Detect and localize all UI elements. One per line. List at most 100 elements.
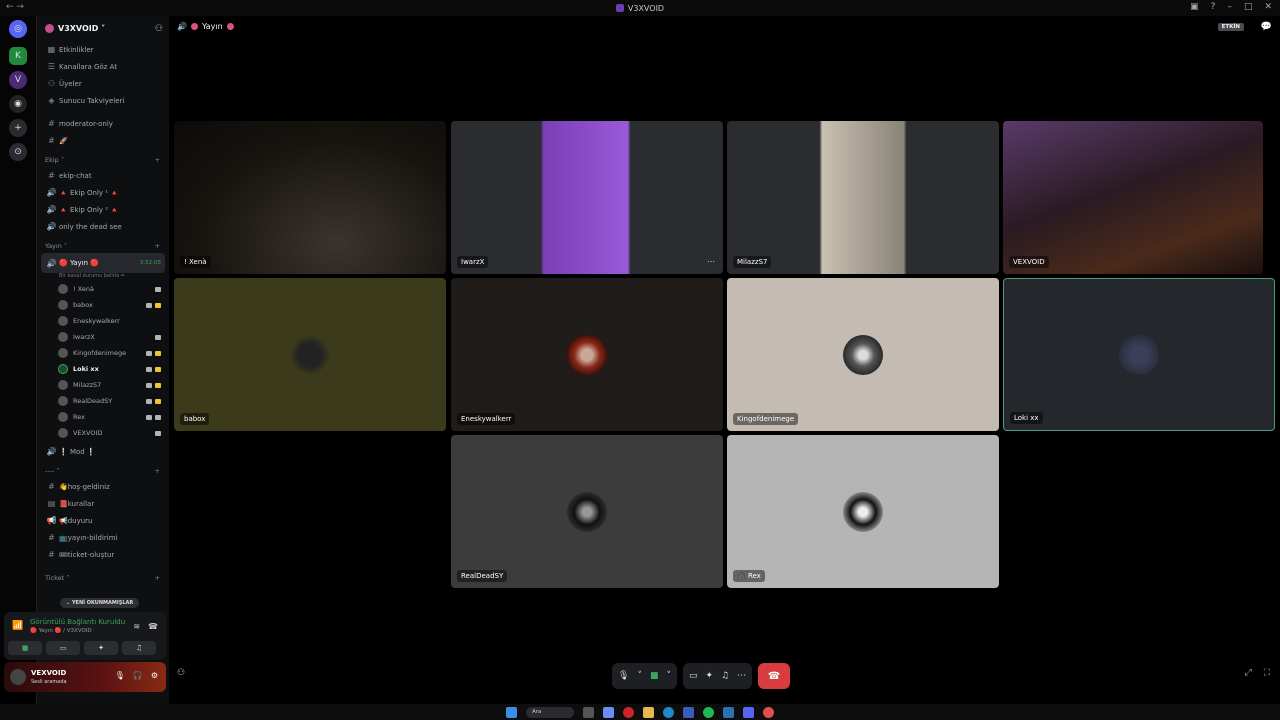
category-dash[interactable]: ---- ˅ + <box>37 464 169 478</box>
server-boost-item[interactable]: ◈ Sunucu Takviyeleri <box>37 92 169 109</box>
soundboard-icon[interactable]: ♫ <box>721 671 729 681</box>
voice-member[interactable]: VEXVOID <box>37 425 169 441</box>
add-channel-icon[interactable]: + <box>155 467 160 475</box>
file-explorer-icon[interactable] <box>643 706 654 718</box>
avatar-tile[interactable]: babox <box>174 278 446 431</box>
screen-share-button[interactable]: ▭ <box>46 641 80 655</box>
server-header[interactable]: V3XVOID ˅ ⚇ <box>37 16 169 41</box>
activities-icon[interactable]: ✦ <box>705 671 713 681</box>
signal-icon[interactable]: 📶 <box>12 621 23 631</box>
voice-member[interactable]: Rex <box>37 409 169 425</box>
taskbar-search[interactable]: Ara <box>526 706 574 718</box>
voice-member[interactable]: MilazzS7 <box>37 377 169 393</box>
add-server-icon[interactable]: + <box>9 119 27 137</box>
avatar-tile-speaking[interactable]: Loki xx <box>1003 278 1275 431</box>
voice-member[interactable]: Loki xx <box>37 361 169 377</box>
events-item[interactable]: ▦ Etkinlikler <box>37 41 169 58</box>
channel-status[interactable]: Bir kanal durumu belirle ✏ <box>37 273 169 281</box>
avatar[interactable] <box>10 669 26 685</box>
category-ticket[interactable]: Ticket ˅ + <box>37 571 169 585</box>
more-icon[interactable]: ⋯ <box>737 671 746 681</box>
channel-hos-geldiniz[interactable]: # 👋hoş-geldiniz <box>37 478 169 495</box>
channel-kurallar[interactable]: ▤ 📕kurallar <box>37 495 169 512</box>
invite-icon[interactable]: ⚇ <box>155 24 163 34</box>
start-icon[interactable] <box>506 706 517 718</box>
camera-button[interactable]: ■ <box>8 641 42 655</box>
voice-ekip-only-2[interactable]: 🔊 🔺 Ekip Only ² 🔺 <box>37 201 169 218</box>
copilot-icon[interactable] <box>603 706 614 718</box>
video-tile[interactable]: ! Xenà <box>174 121 446 274</box>
spotify-icon[interactable] <box>703 706 714 718</box>
add-channel-icon[interactable]: + <box>155 156 160 164</box>
channel-duyuru[interactable]: 📢 📢duyuru <box>37 512 169 529</box>
chat-icon[interactable]: 💬 <box>1261 22 1272 32</box>
disconnect-icon[interactable]: ☎ <box>148 622 158 631</box>
activity-icon[interactable]: ⚇ <box>177 668 185 678</box>
live-badge[interactable]: ETKİN <box>1217 23 1244 31</box>
channel-moderator-only[interactable]: # moderator-only <box>37 115 169 132</box>
opera-icon[interactable] <box>623 706 634 718</box>
avatar-tile[interactable]: Kingofdenimege <box>727 278 999 431</box>
voice-mod[interactable]: 🔊 ❕ Mod ❕ <box>37 443 169 460</box>
avatar-tile[interactable]: RealDeadSY <box>451 435 723 588</box>
headphones-icon[interactable]: 🎧 <box>133 671 143 680</box>
fullscreen-icon[interactable]: ⛶ <box>1264 668 1270 678</box>
server-v3xvoid-icon[interactable]: V <box>9 71 27 89</box>
channel-ekip-chat[interactable]: # ekip-chat <box>37 167 169 184</box>
discord-icon[interactable] <box>743 706 754 718</box>
camera-icon[interactable]: ■ <box>650 671 659 681</box>
video-tile[interactable]: VEXVOID <box>1003 121 1263 274</box>
chevron-down-icon[interactable]: ˅ <box>666 671 671 681</box>
discover-icon[interactable]: ⊙ <box>9 143 27 161</box>
channel-yayin-bildirimi[interactable]: # 📺yayın-bildirimi <box>37 529 169 546</box>
video-tile[interactable]: MilazzS7 <box>727 121 999 274</box>
browse-channels-item[interactable]: ☰ Kanallara Göz At <box>37 58 169 75</box>
mic-icon[interactable]: 🎙 <box>618 671 629 681</box>
popout-icon[interactable]: ⤢ <box>1244 668 1251 678</box>
store-icon[interactable] <box>683 706 694 718</box>
server-other-icon[interactable]: ◉ <box>9 95 27 113</box>
avatar-tile[interactable]: Eneskywalkerr <box>451 278 723 431</box>
screen-share-icon[interactable]: ▭ <box>689 671 698 681</box>
maximize-button[interactable]: □ <box>1244 2 1253 12</box>
gear-icon[interactable]: ⚙ <box>151 671 158 680</box>
voice-channel-yayin[interactable]: 🔊 🔴 Yayın 🔴 3:52:05 <box>41 253 165 273</box>
channel-rocket[interactable]: # 🚀 <box>37 132 169 149</box>
browser-icon[interactable] <box>763 706 774 718</box>
more-options-icon[interactable]: ⋯ <box>707 257 715 266</box>
voice-member[interactable]: IwarzX <box>37 329 169 345</box>
username[interactable]: VEXVOID <box>31 669 66 677</box>
category-ekip[interactable]: Ekip ˅ + <box>37 153 169 167</box>
help-icon[interactable]: ? <box>1211 2 1216 12</box>
add-channel-icon[interactable]: + <box>155 242 160 250</box>
server-k-icon[interactable]: K <box>9 47 27 65</box>
chevron-down-icon[interactable]: ˅ <box>637 671 642 681</box>
video-tile[interactable]: IwarzX ⋯ <box>451 121 723 274</box>
category-yayin[interactable]: Yayın ˅ + <box>37 239 169 253</box>
nav-arrows-icon[interactable]: ← → <box>6 2 24 12</box>
channel-ticket-olustur[interactable]: # 🎟ticket-oluştur <box>37 546 169 563</box>
mic-icon[interactable]: 🎙 <box>115 671 125 680</box>
task-view-icon[interactable] <box>583 706 594 718</box>
inbox-icon[interactable]: ▣ <box>1190 2 1199 12</box>
voice-channel-link[interactable]: 🔴 Yayın 🔴 / V3XVOID <box>30 628 92 634</box>
noise-suppression-icon[interactable]: ≋ <box>133 622 140 631</box>
disconnect-button[interactable]: ☎ <box>758 663 791 689</box>
voice-member[interactable]: Kingofdenimege <box>37 345 169 361</box>
minimize-button[interactable]: – <box>1227 2 1232 12</box>
voice-ekip-only-1[interactable]: 🔊 🔺 Ekip Only ¹ 🔺 <box>37 184 169 201</box>
discord-home-icon[interactable]: ◎ <box>9 20 27 38</box>
edge-icon[interactable] <box>663 706 674 718</box>
add-channel-icon[interactable]: + <box>155 574 160 582</box>
voice-member[interactable]: babox <box>37 297 169 313</box>
voice-member[interactable]: ! Xenà <box>37 281 169 297</box>
voice-member[interactable]: Eneskywalkerr <box>37 313 169 329</box>
members-item[interactable]: ⚇ Üyeler <box>37 75 169 92</box>
activities-button[interactable]: ✦ <box>84 641 118 655</box>
app-icon[interactable] <box>723 706 734 718</box>
close-button[interactable]: ✕ <box>1264 2 1272 12</box>
avatar-tile[interactable]: 🎧 Rex <box>727 435 999 588</box>
voice-only-the-dead-see[interactable]: 🔊 only the dead see <box>37 218 169 235</box>
voice-member[interactable]: RealDeadSY <box>37 393 169 409</box>
mic-control[interactable]: 🎙 ˅ ■ ˅ <box>612 663 677 689</box>
